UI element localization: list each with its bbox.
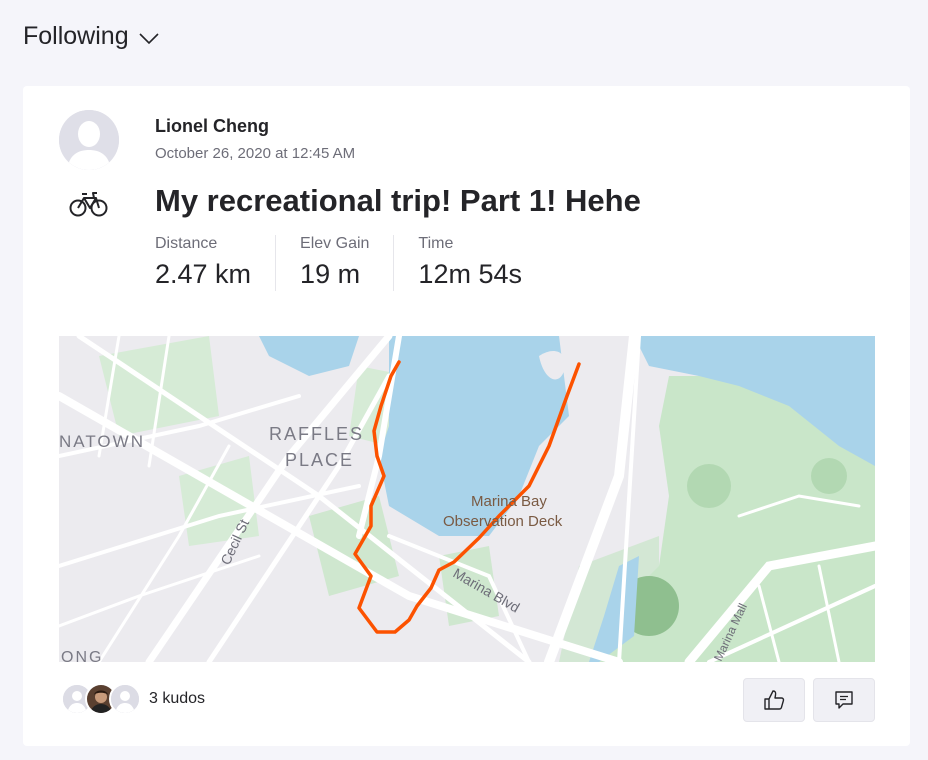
map-label-place: PLACE [285, 450, 354, 470]
activity-title[interactable]: My recreational trip! Part 1! Hehe [155, 183, 641, 219]
stat-label: Time [418, 235, 454, 252]
comment-button[interactable] [813, 678, 875, 722]
kudos-count[interactable]: 3 kudos [149, 690, 205, 708]
feed-filter-label: Following [23, 22, 129, 50]
map-label-poi-1: Marina Bay [471, 493, 547, 510]
stat-value: 2.47 km [155, 259, 252, 289]
map-label-raffles: RAFFLES [269, 424, 364, 444]
route-map[interactable]: NATOWN RAFFLES PLACE Cecil St Marina Bay… [59, 336, 875, 662]
activity-timestamp: October 26, 2020 at 12:45 AM [155, 145, 356, 162]
activity-stats: Distance 2.47 km Elev Gain 19 m Time 12m… [155, 235, 570, 291]
feed-filter-dropdown[interactable]: Following [23, 22, 159, 51]
comment-icon [835, 691, 853, 709]
activity-card: Lionel Cheng October 26, 2020 at 12:45 A… [23, 86, 910, 746]
kudos-avatar [109, 683, 141, 715]
map-label-poi-2: Observation Deck [443, 513, 563, 530]
chevron-down-icon [139, 32, 159, 44]
stat-value: 19 m [300, 259, 361, 289]
stat-label: Distance [155, 235, 218, 252]
map-label-bottom-left: ONG [61, 649, 103, 662]
stat-elev-gain: Elev Gain 19 m [300, 235, 395, 291]
athlete-avatar[interactable] [59, 110, 119, 170]
stat-value: 12m 54s [418, 259, 522, 289]
give-kudos-button[interactable] [743, 678, 805, 722]
kudos-avatars[interactable] [61, 683, 141, 715]
stat-label: Elev Gain [300, 235, 370, 252]
stat-time: Time 12m 54s [418, 235, 546, 291]
stat-distance: Distance 2.47 km [155, 235, 277, 291]
map-label-chinatown: NATOWN [59, 432, 145, 451]
user-silhouette-icon [59, 110, 119, 170]
bike-icon [69, 190, 109, 223]
thumbs-up-icon [764, 690, 785, 710]
athlete-name[interactable]: Lionel Cheng [155, 116, 269, 137]
